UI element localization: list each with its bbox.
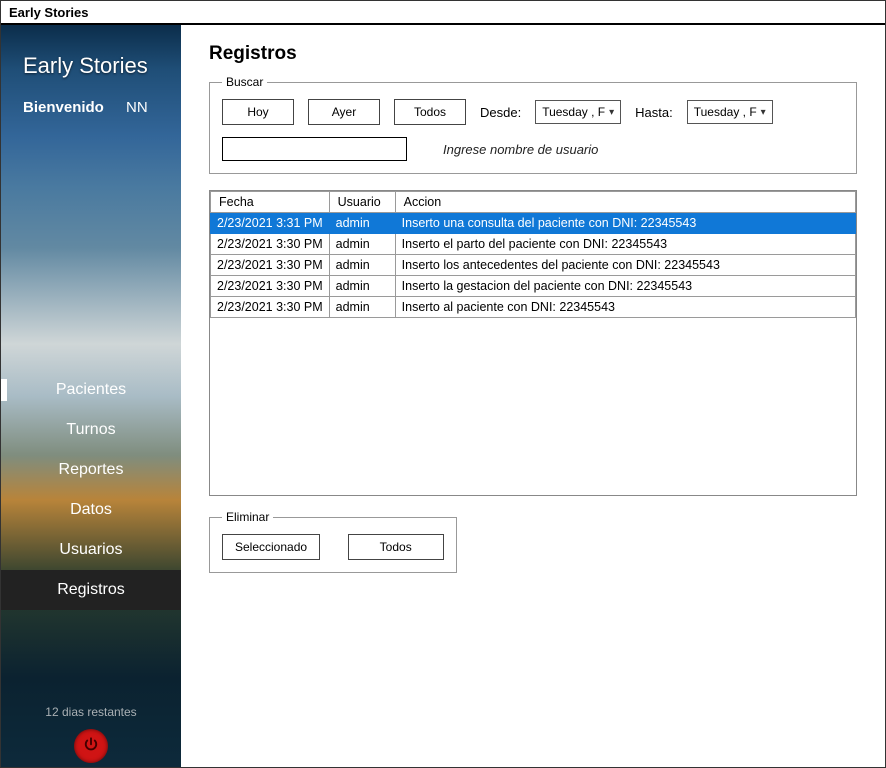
window-title: Early Stories bbox=[9, 5, 89, 20]
chevron-down-icon: ▾ bbox=[609, 107, 614, 118]
search-hint: Ingrese nombre de usuario bbox=[443, 142, 598, 157]
filter-yesterday-button[interactable]: Ayer bbox=[308, 99, 380, 125]
brand-label: Early Stories bbox=[1, 25, 181, 89]
cell-usuario: admin bbox=[329, 255, 395, 276]
records-table: Fecha Usuario Accion 2/23/2021 3:31 PMad… bbox=[210, 191, 856, 318]
power-icon bbox=[82, 736, 100, 757]
app-body: Early Stories Bienvenido NN PacientesTur… bbox=[1, 25, 885, 767]
cell-usuario: admin bbox=[329, 213, 395, 234]
main-content: Registros Buscar Hoy Ayer Todos Desde: T… bbox=[181, 25, 885, 767]
delete-fieldset: Eliminar Seleccionado Todos bbox=[209, 510, 457, 573]
nav-indicator bbox=[1, 379, 7, 401]
cell-fecha: 2/23/2021 3:30 PM bbox=[211, 255, 330, 276]
column-header-usuario[interactable]: Usuario bbox=[329, 192, 395, 213]
filter-row: Hoy Ayer Todos Desde: Tuesday , F ▾ Hast… bbox=[222, 99, 844, 125]
date-from-picker[interactable]: Tuesday , F ▾ bbox=[535, 100, 621, 124]
records-table-container: Fecha Usuario Accion 2/23/2021 3:31 PMad… bbox=[209, 190, 857, 496]
cell-accion: Inserto al paciente con DNI: 22345543 bbox=[395, 297, 855, 318]
sidebar-item-usuarios[interactable]: Usuarios bbox=[1, 530, 181, 570]
cell-fecha: 2/23/2021 3:31 PM bbox=[211, 213, 330, 234]
trial-days-label: 12 dias restantes bbox=[1, 705, 181, 719]
date-from-value: Tuesday , F bbox=[542, 105, 605, 119]
table-row[interactable]: 2/23/2021 3:30 PMadminInserto al pacient… bbox=[211, 297, 856, 318]
column-header-fecha[interactable]: Fecha bbox=[211, 192, 330, 213]
cell-usuario: admin bbox=[329, 234, 395, 255]
app-window: Early Stories Early Stories Bienvenido N… bbox=[0, 0, 886, 768]
table-row[interactable]: 2/23/2021 3:31 PMadminInserto una consul… bbox=[211, 213, 856, 234]
delete-all-button[interactable]: Todos bbox=[348, 534, 444, 560]
delete-legend: Eliminar bbox=[222, 510, 273, 524]
welcome-label: Bienvenido bbox=[23, 99, 104, 116]
date-to-picker[interactable]: Tuesday , F ▾ bbox=[687, 100, 773, 124]
sidebar: Early Stories Bienvenido NN PacientesTur… bbox=[1, 25, 181, 767]
sidebar-item-datos[interactable]: Datos bbox=[1, 490, 181, 530]
window-titlebar: Early Stories bbox=[1, 1, 885, 25]
table-row[interactable]: 2/23/2021 3:30 PMadminInserto el parto d… bbox=[211, 234, 856, 255]
filter-all-button[interactable]: Todos bbox=[394, 99, 466, 125]
filter-today-button[interactable]: Hoy bbox=[222, 99, 294, 125]
cell-usuario: admin bbox=[329, 276, 395, 297]
cell-fecha: 2/23/2021 3:30 PM bbox=[211, 276, 330, 297]
cell-fecha: 2/23/2021 3:30 PM bbox=[211, 234, 330, 255]
chevron-down-icon: ▾ bbox=[761, 107, 766, 118]
to-label: Hasta: bbox=[635, 105, 673, 120]
cell-accion: Inserto el parto del paciente con DNI: 2… bbox=[395, 234, 855, 255]
cell-usuario: admin bbox=[329, 297, 395, 318]
column-header-accion[interactable]: Accion bbox=[395, 192, 855, 213]
sidebar-item-reportes[interactable]: Reportes bbox=[1, 450, 181, 490]
sidebar-item-turnos[interactable]: Turnos bbox=[1, 410, 181, 450]
table-row[interactable]: 2/23/2021 3:30 PMadminInserto los antece… bbox=[211, 255, 856, 276]
power-button[interactable] bbox=[74, 729, 108, 763]
page-title: Registros bbox=[209, 43, 857, 65]
sidebar-nav: PacientesTurnosReportesDatosUsuariosRegi… bbox=[1, 370, 181, 610]
cell-accion: Inserto la gestacion del paciente con DN… bbox=[395, 276, 855, 297]
welcome-row: Bienvenido NN bbox=[1, 89, 181, 126]
search-fieldset: Buscar Hoy Ayer Todos Desde: Tuesday , F… bbox=[209, 75, 857, 174]
sidebar-item-pacientes[interactable]: Pacientes bbox=[1, 370, 181, 410]
date-to-value: Tuesday , F bbox=[694, 105, 757, 119]
table-row[interactable]: 2/23/2021 3:30 PMadminInserto la gestaci… bbox=[211, 276, 856, 297]
search-row: Ingrese nombre de usuario bbox=[222, 137, 844, 161]
cell-accion: Inserto los antecedentes del paciente co… bbox=[395, 255, 855, 276]
from-label: Desde: bbox=[480, 105, 521, 120]
username-search-input[interactable] bbox=[222, 137, 407, 161]
delete-selected-button[interactable]: Seleccionado bbox=[222, 534, 320, 560]
cell-accion: Inserto una consulta del paciente con DN… bbox=[395, 213, 855, 234]
table-header-row: Fecha Usuario Accion bbox=[211, 192, 856, 213]
sidebar-item-registros[interactable]: Registros bbox=[1, 570, 181, 610]
search-legend: Buscar bbox=[222, 75, 267, 89]
cell-fecha: 2/23/2021 3:30 PM bbox=[211, 297, 330, 318]
user-initials: NN bbox=[126, 99, 148, 116]
